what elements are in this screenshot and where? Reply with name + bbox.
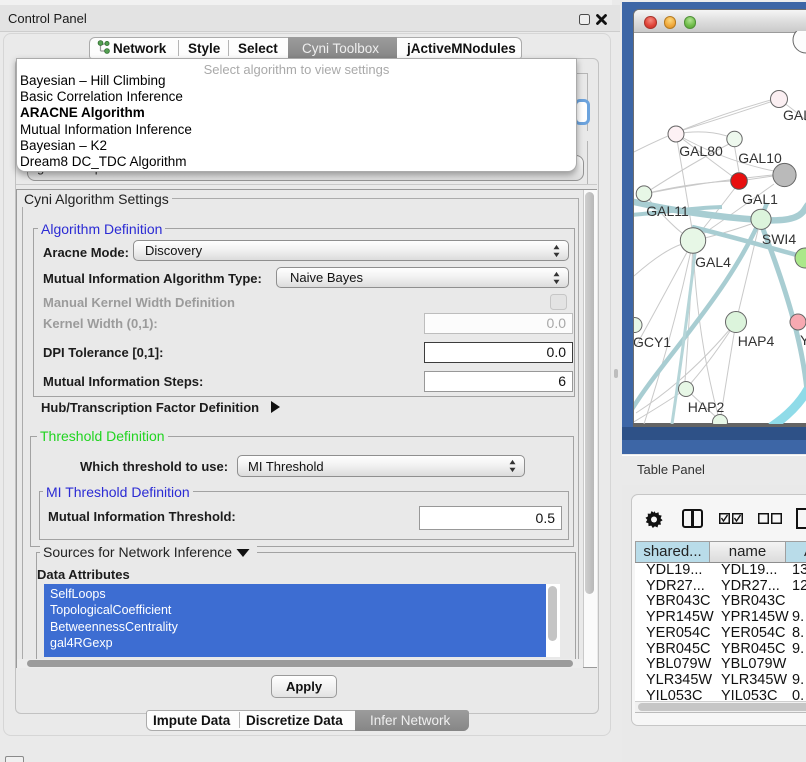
svg-text:GAL: GAL [783,107,806,123]
svg-text:HAP2: HAP2 [688,399,725,415]
svg-text:HAP4: HAP4 [738,333,775,349]
svg-text:Y: Y [800,332,806,348]
svg-text:GAL80: GAL80 [679,143,723,159]
svg-text:GAL1: GAL1 [742,191,778,207]
svg-text:SWI4: SWI4 [762,231,796,247]
svg-text:GCY1: GCY1 [634,334,671,350]
svg-text:GAL11: GAL11 [646,203,689,219]
svg-text:GAL10: GAL10 [738,150,782,166]
svg-text:GAL4: GAL4 [695,254,731,270]
